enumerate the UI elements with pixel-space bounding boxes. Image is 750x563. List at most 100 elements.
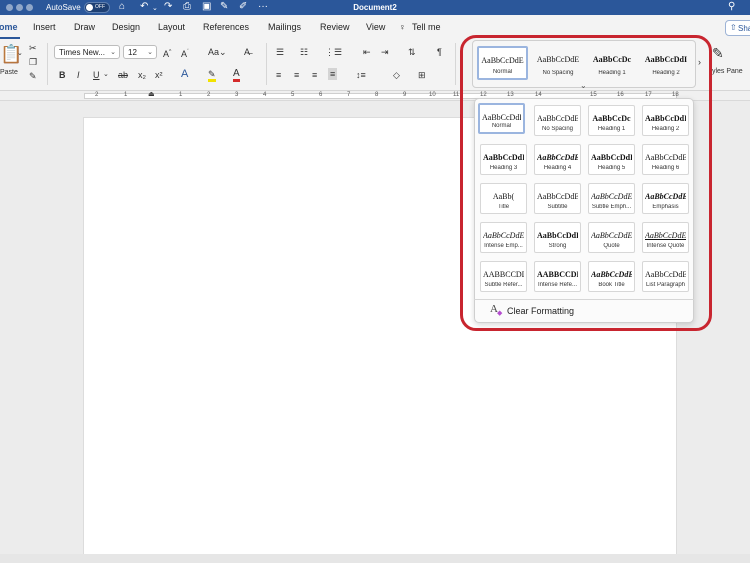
style-tile-subtle-reference[interactable]: AABBCCDDEE Subtle Refer...	[480, 261, 527, 292]
style-label: Heading 2	[651, 126, 680, 132]
shading-icon[interactable]: ◇	[393, 70, 400, 80]
style-label: Intense Refe...	[537, 282, 578, 288]
style-label: Book Title	[598, 282, 625, 288]
tab-review[interactable]: Review	[320, 22, 350, 32]
paste-dropdown-icon[interactable]: ⌄	[17, 49, 23, 59]
style-tile-heading-6[interactable]: AaBbCcDdEe Heading 6	[642, 144, 689, 175]
share-button[interactable]: ⇧ Sha	[725, 20, 750, 36]
chevron-down-icon: ⌄	[147, 49, 153, 56]
style-label: Emphasis	[652, 204, 679, 210]
show-formatting-marks-icon[interactable]: ¶	[437, 47, 442, 57]
style-tile-heading-2[interactable]: AaBbCcDdI Heading 2	[642, 105, 689, 136]
style-tile-list-paragraph[interactable]: AaBbCcDdE List Paragraph	[642, 261, 689, 292]
gallery-scroll-right-icon[interactable]: ›	[698, 57, 701, 67]
style-tile-emphasis[interactable]: AaBbCcDdEe Emphasis	[642, 183, 689, 214]
justify-icon[interactable]: ≡	[328, 68, 338, 80]
style-tile-normal[interactable]: AaBbCcDdE Normal	[477, 46, 528, 80]
style-label: Intense Quote	[646, 243, 685, 249]
style-tile-intense-reference[interactable]: AABBCCDDEE Intense Refe...	[534, 261, 581, 292]
tab-layout[interactable]: Layout	[158, 22, 185, 32]
style-tile-no-spacing[interactable]: AaBbCcDdE No Spacing	[533, 46, 583, 80]
style-tile-heading-1[interactable]: AaBbCcDc Heading 1	[587, 46, 637, 80]
bold-icon[interactable]: B	[59, 70, 66, 80]
document-title: Document2	[353, 3, 397, 12]
change-case-icon[interactable]: Aa⌄	[208, 47, 227, 57]
clear-formatting-label: Clear Formatting	[507, 306, 575, 316]
style-tile-quote[interactable]: AaBbCcDdEe Quote	[588, 222, 635, 253]
style-tile-strong[interactable]: AaBbCcDdEe Strong	[534, 222, 581, 253]
tab-references[interactable]: References	[203, 22, 249, 32]
styles-pane-label[interactable]: tyles Pane	[710, 68, 743, 76]
ruler-number: 9	[403, 92, 407, 98]
styles-pane-icon[interactable]: ✎	[712, 45, 724, 61]
ruler-number: 1	[124, 92, 128, 98]
ruler-number: 6	[319, 92, 323, 98]
sort-icon[interactable]: ⇅	[408, 47, 416, 57]
tab-mailings[interactable]: Mailings	[268, 22, 301, 32]
style-preview: AaBbCcDdE	[536, 55, 580, 64]
increase-indent-icon[interactable]: ⇥	[381, 47, 389, 57]
grow-font-icon[interactable]: A^	[163, 47, 171, 59]
numbering-icon[interactable]: ☷	[300, 47, 308, 57]
clear-all-formatting-icon[interactable]: A̶	[244, 47, 250, 57]
font-color-icon[interactable]: A	[233, 69, 240, 82]
underline-dropdown-icon[interactable]: ⌄	[103, 70, 109, 80]
style-tile-heading-2[interactable]: AaBbCcDdI Heading 2	[641, 46, 691, 80]
style-tile-heading-4[interactable]: AaBbCcDdE Heading 4	[534, 144, 581, 175]
style-tile-title[interactable]: AaBb( Title	[480, 183, 527, 214]
tab-home[interactable]: ome	[0, 22, 18, 32]
underline-icon[interactable]: U	[93, 70, 100, 80]
cut-icon[interactable]: ✂	[29, 43, 37, 53]
style-tile-book-title[interactable]: AaBbCcDdEe Book Title	[588, 261, 635, 292]
tab-design[interactable]: Design	[112, 22, 140, 32]
share-label: Sha	[738, 24, 750, 33]
tab-view[interactable]: View	[366, 22, 385, 32]
gallery-expand-chevron-icon[interactable]: ⌄	[580, 81, 587, 90]
ruler-number: 7	[347, 92, 351, 98]
style-preview: AaBb(	[492, 192, 515, 201]
shrink-font-icon[interactable]: Aˇ	[181, 47, 189, 59]
highlight-icon[interactable]: ✎	[208, 69, 216, 82]
style-label: Heading 1	[597, 126, 626, 132]
lightbulb-icon: ♀	[399, 22, 406, 32]
search-icon[interactable]: ⚲	[728, 1, 735, 13]
style-label: Strong	[548, 243, 567, 249]
text-effects-icon[interactable]: A	[181, 69, 188, 80]
style-tile-heading-1[interactable]: AaBbCcDc Heading 1	[588, 105, 635, 136]
ruler-number: 10	[429, 92, 436, 98]
font-name-select[interactable]: Times New... ⌄	[54, 45, 120, 59]
indent-marker-icon[interactable]: ⏏	[148, 90, 155, 100]
style-label: Subtitle	[547, 204, 568, 210]
line-spacing-icon[interactable]: ↕≡	[356, 70, 366, 80]
font-size-select[interactable]: 12 ⌄	[123, 45, 157, 59]
style-label: Heading 1	[598, 70, 626, 76]
italic-icon[interactable]: I	[77, 70, 80, 80]
style-tile-no-spacing[interactable]: AaBbCcDdE No Spacing	[534, 105, 581, 136]
style-preview: AaBbCcDdEe	[483, 231, 524, 240]
tab-insert[interactable]: Insert	[33, 22, 56, 32]
decrease-indent-icon[interactable]: ⇤	[363, 47, 371, 57]
subscript-icon[interactable]: x₂	[138, 70, 146, 80]
tab-tell-me[interactable]: Tell me	[412, 22, 441, 32]
style-tile-subtitle[interactable]: AaBbCcDdEe Subtitle	[534, 183, 581, 214]
style-label: Normal	[491, 123, 512, 129]
strikethrough-icon[interactable]: ab	[118, 70, 128, 80]
bullets-icon[interactable]: ☰	[276, 47, 284, 57]
align-left-icon[interactable]: ≡	[276, 70, 281, 80]
copy-icon[interactable]: ❐	[29, 57, 37, 67]
style-preview: AaBbCcDdE	[645, 270, 686, 279]
style-tile-intense-quote[interactable]: AaBbCcDdEe Intense Quote	[642, 222, 689, 253]
format-painter-icon[interactable]: ✎	[29, 71, 37, 81]
borders-icon[interactable]: ⊞	[418, 70, 426, 80]
style-tile-heading-5[interactable]: AaBbCcDdEe Heading 5	[588, 144, 635, 175]
multilevel-list-icon[interactable]: ⋮☰	[325, 47, 342, 57]
style-tile-heading-3[interactable]: AaBbCcDdI Heading 3	[480, 144, 527, 175]
align-center-icon[interactable]: ≡	[294, 70, 299, 80]
superscript-icon[interactable]: x²	[155, 70, 163, 80]
style-tile-normal[interactable]: AaBbCcDdE Normal	[478, 103, 525, 134]
style-label: Heading 4	[543, 165, 572, 171]
style-tile-intense-emphasis[interactable]: AaBbCcDdEe Intense Emp...	[480, 222, 527, 253]
align-right-icon[interactable]: ≡	[312, 70, 317, 80]
style-tile-subtle-emphasis[interactable]: AaBbCcDdEe Subtle Emph...	[588, 183, 635, 214]
tab-draw[interactable]: Draw	[74, 22, 95, 32]
